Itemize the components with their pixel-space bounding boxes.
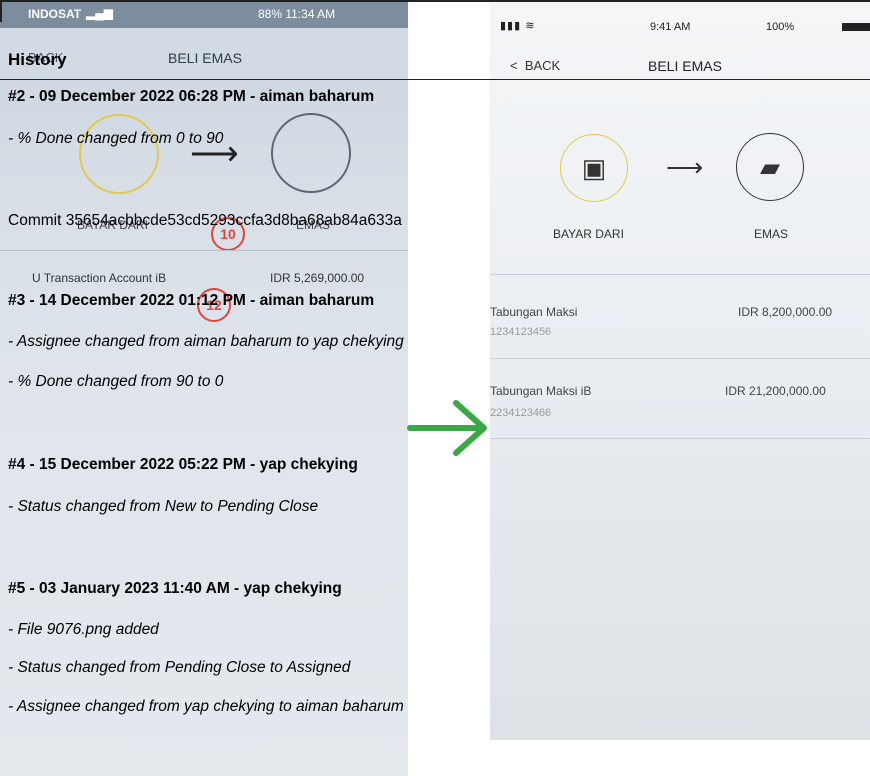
- green-arrow-icon: [407, 400, 487, 456]
- screen-title: BELI EMAS: [648, 58, 722, 74]
- app-header: < BACK BELI EMAS: [490, 46, 870, 90]
- screenshot-right: ▮▮▮ ≋ 9:41 AM 100% < BACK BELI EMAS ▣ ⟶ …: [490, 0, 870, 740]
- battery-label: 100%: [766, 21, 795, 33]
- divider: [0, 250, 408, 251]
- frame-border: [0, 0, 870, 2]
- back-label: BACK: [524, 58, 561, 73]
- signal-icon: ▮▮▮ ≋: [500, 20, 536, 32]
- journal-header: #2 - 09 December 2022 06:28 PM - aiman b…: [8, 88, 375, 105]
- journal-header: #4 - 15 December 2022 05:22 PM - yap che…: [8, 456, 358, 473]
- journal-header: #3 - 14 December 2022 01:12 PM - aiman b…: [8, 292, 375, 309]
- frame-border: [0, 0, 2, 22]
- from-label: BAYAR DARI: [553, 227, 624, 241]
- journal-detail: - File 9076.png added: [8, 621, 159, 638]
- status-bar: INDOSAT ▂▄▆ 88% 11:34 AM: [0, 0, 408, 28]
- account-name: Tabungan Maksi: [490, 305, 578, 319]
- account-number: 2234123466: [490, 407, 552, 419]
- status-right: 88% 11:34 AM: [258, 7, 336, 21]
- gold-circle: [271, 113, 351, 193]
- journal-detail: - Assignee changed from aiman baharum to…: [8, 333, 404, 350]
- status-bar: ▮▮▮ ≋ 9:41 AM 100%: [490, 0, 870, 46]
- divider: [490, 438, 870, 439]
- journal-header: #5 - 03 January 2023 11:40 AM - yap chek…: [8, 580, 342, 597]
- wallet-icon: ▣: [581, 153, 607, 183]
- arrow-right-icon: ⟶: [666, 152, 704, 182]
- account-amount: IDR 5,269,000.00: [270, 271, 365, 285]
- gold-bar-icon: ▰: [760, 152, 780, 182]
- account-name: U Transaction Account iB: [32, 271, 167, 285]
- screen-title: BELI EMAS: [168, 50, 242, 66]
- history-heading: History: [8, 50, 67, 69]
- status-time: 9:41 AM: [650, 21, 691, 33]
- account-name: Tabungan Maksi iB: [490, 384, 592, 398]
- account-amount: IDR 21,200,000.00: [725, 384, 826, 398]
- divider: [490, 274, 870, 275]
- back-button[interactable]: < BACK: [510, 58, 560, 73]
- commit-link[interactable]: Commit 35654acbbcde53cd5293ccfa3d8ba68ab…: [8, 212, 402, 230]
- journal-detail: - Status changed from New to Pending Clo…: [8, 498, 319, 515]
- account-number: 1234123456: [490, 326, 552, 338]
- gold-circle: ▰: [736, 133, 804, 201]
- wallet-circle: ▣: [560, 134, 628, 202]
- carrier-label: INDOSAT: [28, 7, 82, 21]
- wallet-circle: [79, 114, 159, 194]
- account-amount: IDR 8,200,000.00: [738, 305, 833, 319]
- divider: [490, 358, 870, 359]
- battery-icon: [842, 23, 870, 31]
- journal-detail: - Assignee changed from yap chekying to …: [8, 698, 404, 715]
- journal-detail: - % Done changed from 90 to 0: [8, 373, 224, 390]
- journal-detail: - % Done changed from 0 to 90: [8, 130, 224, 147]
- to-label: EMAS: [754, 227, 789, 241]
- signal-icon: ▂▄▆: [86, 6, 113, 20]
- heading-rule: [0, 79, 870, 80]
- journal-detail: - Status changed from Pending Close to A…: [8, 659, 351, 676]
